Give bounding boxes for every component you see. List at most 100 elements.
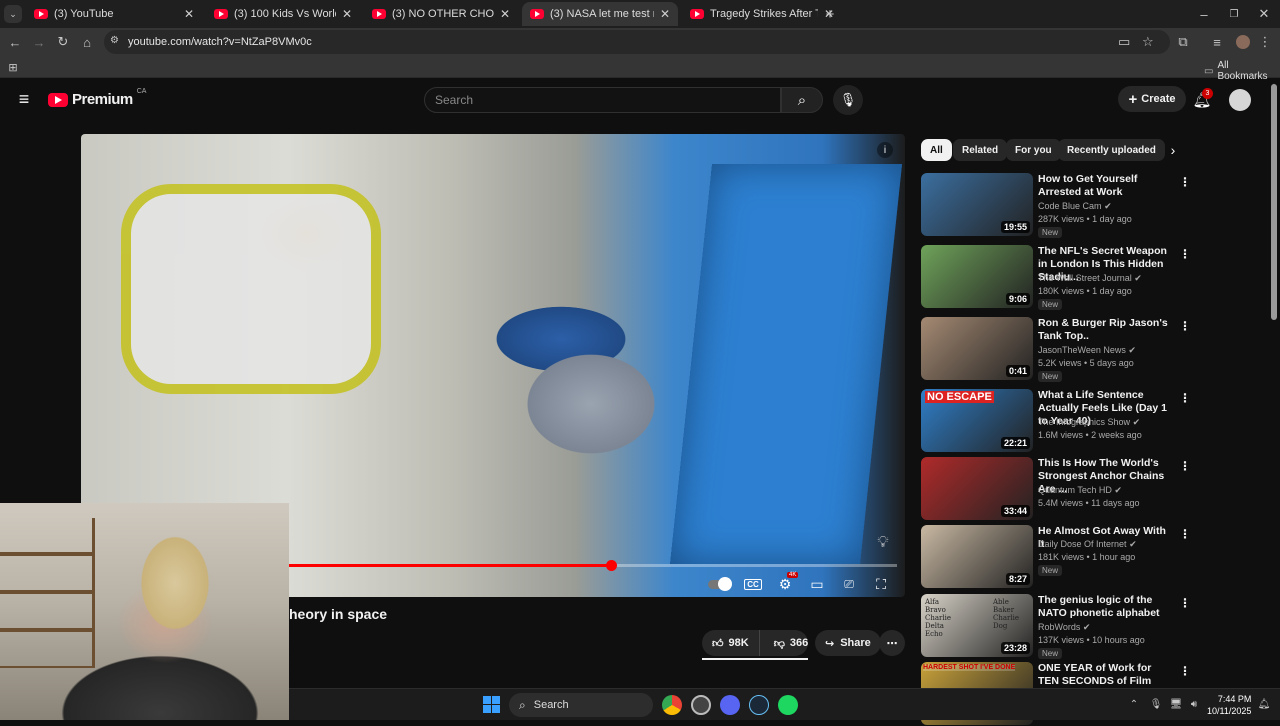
channel-label: Daily Dose Of Internet (1038, 539, 1127, 549)
minimize-icon[interactable]: – (1196, 5, 1212, 23)
taskbar-search[interactable]: ⌕ Search (509, 693, 653, 717)
voice-search-button[interactable]: 🎙︎ (833, 85, 863, 115)
progress-bar[interactable] (289, 560, 897, 571)
browser-tab[interactable]: Tragedy Strikes After Teen Carja✕ (682, 2, 842, 26)
browser-menu-icon[interactable]: ⋮ (1258, 33, 1272, 51)
browser-tab[interactable]: (3) NO OTHER CHOICE - Officia ✕ (364, 2, 518, 26)
fullscreen-button[interactable]: ⛶ (869, 574, 893, 594)
youtube-premium-logo[interactable]: Premium CA (48, 88, 146, 108)
like-dislike-group: 👍︎ 98K 👎︎ 366 (702, 630, 808, 656)
filter-chip[interactable]: Recently uploaded (1058, 139, 1165, 161)
dislike-button[interactable]: 👎︎ 366 (766, 630, 817, 656)
browser-tab[interactable]: (3) NASA let me test my weird c ✕ (522, 2, 678, 26)
windows-start-icon[interactable] (483, 696, 500, 713)
more-vertical-icon[interactable]: ⋮ (1179, 596, 1191, 610)
filter-chip[interactable]: Related (953, 139, 1008, 161)
close-tab-icon[interactable]: ✕ (184, 7, 194, 21)
video-card[interactable]: 9:06 The NFL's Secret Weapon in London Is… (921, 245, 1266, 310)
channel-name[interactable]: Quantum Tech HD ✔ (1038, 485, 1122, 496)
channel-name[interactable]: The Wall Street Journal ✔ (1038, 273, 1142, 284)
reload-icon[interactable]: ↻ (54, 33, 72, 51)
close-tab-icon[interactable]: ✕ (342, 7, 352, 21)
more-vertical-icon[interactable]: ⋮ (1179, 527, 1191, 541)
channel-name[interactable]: Code Blue Cam ✔ (1038, 201, 1112, 212)
chrome-icon[interactable] (662, 695, 682, 715)
channel-name[interactable]: JasonTheWeen News ✔ (1038, 345, 1136, 356)
settings-button[interactable]: ⚙ 4K (773, 572, 799, 594)
video-card[interactable]: NO ESCAPE 22:21 What a Life Sentence Actua… (921, 389, 1266, 453)
create-button[interactable]: + Create (1118, 86, 1186, 112)
account-avatar[interactable] (1229, 89, 1251, 111)
more-vertical-icon[interactable]: ⋮ (1179, 459, 1191, 473)
filter-chip[interactable]: For you (1006, 139, 1061, 161)
extensions-icon[interactable]: ⧉ (1174, 33, 1192, 51)
filter-chip[interactable]: All (921, 139, 952, 161)
browser-tab[interactable]: (3) 100 Kids Vs World's Stronge ✕ (206, 2, 360, 26)
more-actions-button[interactable]: ⋯ (879, 630, 905, 656)
chevron-right-icon[interactable]: › (1164, 141, 1182, 159)
spotify-icon[interactable] (778, 695, 798, 715)
forward-icon[interactable]: → (30, 33, 48, 51)
site-info-icon[interactable]: ⚙ (110, 35, 119, 46)
info-icon[interactable]: i (877, 142, 893, 158)
video-card[interactable]: 33:44 This Is How The World's Strongest A… (921, 457, 1266, 521)
close-window-icon[interactable]: ✕ (1256, 5, 1272, 23)
microphone-tray-icon[interactable]: 🎙︎ (1149, 697, 1163, 711)
video-card[interactable]: 0:41 Ron & Burger Rip Jason's Tank Top.. J… (921, 317, 1266, 382)
page-scrollbar[interactable] (1271, 84, 1277, 320)
scroll-up-icon[interactable]: ▲ (1270, 82, 1278, 90)
hamburger-menu-icon[interactable]: ≡ (14, 89, 34, 109)
address-bar[interactable]: ⚙ youtube.com/watch?v=NtZaP8VMv0c ▭ ☆ (104, 30, 1170, 54)
folder-icon: ▭ (1204, 65, 1214, 77)
scrubber-handle[interactable] (606, 560, 618, 571)
video-title[interactable]: The genius logic of the NATO phonetic al… (1038, 594, 1173, 620)
theater-mode-button[interactable]: ▭ (805, 574, 829, 594)
video-frame-panel (669, 164, 903, 564)
cast-page-icon[interactable]: ▭ (1118, 34, 1130, 50)
close-tab-icon[interactable]: ✕ (660, 7, 670, 21)
cast-button[interactable]: ⎚ (837, 574, 861, 594)
tab-search-dropdown-icon[interactable]: ⌄ (4, 5, 22, 23)
video-card[interactable]: 19:55 How to Get Yourself Arrested at Wor… (921, 173, 1266, 238)
search-button[interactable]: ⌕ (781, 87, 823, 113)
video-card[interactable]: 8:27 He Almost Got Away With It Daily Dose… (921, 525, 1266, 589)
more-vertical-icon[interactable]: ⋮ (1179, 391, 1191, 405)
tray-chevron-icon[interactable]: ⌃ (1127, 697, 1141, 711)
discord-icon[interactable] (720, 695, 740, 715)
video-title[interactable]: How to Get Yourself Arrested at Work (1038, 173, 1173, 199)
autoplay-toggle[interactable] (707, 574, 732, 594)
more-vertical-icon[interactable]: ⋮ (1179, 664, 1191, 678)
video-title[interactable]: ONE YEAR of Work for TEN SECONDS of Film (1038, 662, 1173, 688)
close-tab-icon[interactable]: ✕ (500, 7, 510, 21)
channel-name[interactable]: The Infographics Show ✔ (1038, 417, 1140, 428)
reading-list-icon[interactable]: ≡ (1208, 33, 1226, 51)
video-title[interactable]: Ron & Burger Rip Jason's Tank Top.. (1038, 317, 1173, 343)
notification-center-icon[interactable]: 🔔︎ (1257, 697, 1271, 711)
profile-avatar[interactable] (1236, 35, 1250, 49)
channel-name[interactable]: Daily Dose Of Internet ✔ (1038, 539, 1137, 550)
more-vertical-icon[interactable]: ⋮ (1179, 319, 1191, 333)
new-tab-icon[interactable]: + (822, 5, 838, 23)
restore-icon[interactable]: ❐ (1226, 5, 1242, 23)
volume-icon[interactable]: 🔊︎ (1187, 697, 1201, 711)
bookmark-star-icon[interactable]: ☆ (1142, 34, 1154, 50)
channel-name[interactable]: RobWords ✔ (1038, 622, 1090, 633)
home-icon[interactable]: ⌂ (78, 33, 96, 51)
share-button[interactable]: ↪ Share (815, 630, 881, 656)
steam-icon[interactable] (749, 695, 769, 715)
system-clock[interactable]: 7:44 PM 10/11/2025 (1207, 693, 1251, 717)
captions-button[interactable]: CC (741, 574, 765, 594)
more-vertical-icon[interactable]: ⋮ (1179, 175, 1191, 189)
network-icon[interactable]: 🖥︎ (1169, 697, 1183, 711)
like-button[interactable]: 👍︎ 98K (702, 630, 760, 656)
browser-tab[interactable]: (3) YouTube ✕ (26, 2, 202, 26)
search-input[interactable]: Search (424, 87, 781, 113)
ambient-bulb-icon[interactable]: 💡︎ (873, 532, 893, 554)
all-bookmarks-button[interactable]: ▭ All Bookmarks (1204, 60, 1280, 82)
apps-grid-icon[interactable]: ⊞ (6, 59, 20, 75)
app-icon[interactable] (691, 695, 711, 715)
youtube-favicon-icon (372, 9, 386, 19)
video-card[interactable]: Alfa Bravo Charlie Delta Echo Able Baker … (921, 594, 1266, 659)
back-icon[interactable]: ← (6, 33, 24, 51)
more-vertical-icon[interactable]: ⋮ (1179, 247, 1191, 261)
